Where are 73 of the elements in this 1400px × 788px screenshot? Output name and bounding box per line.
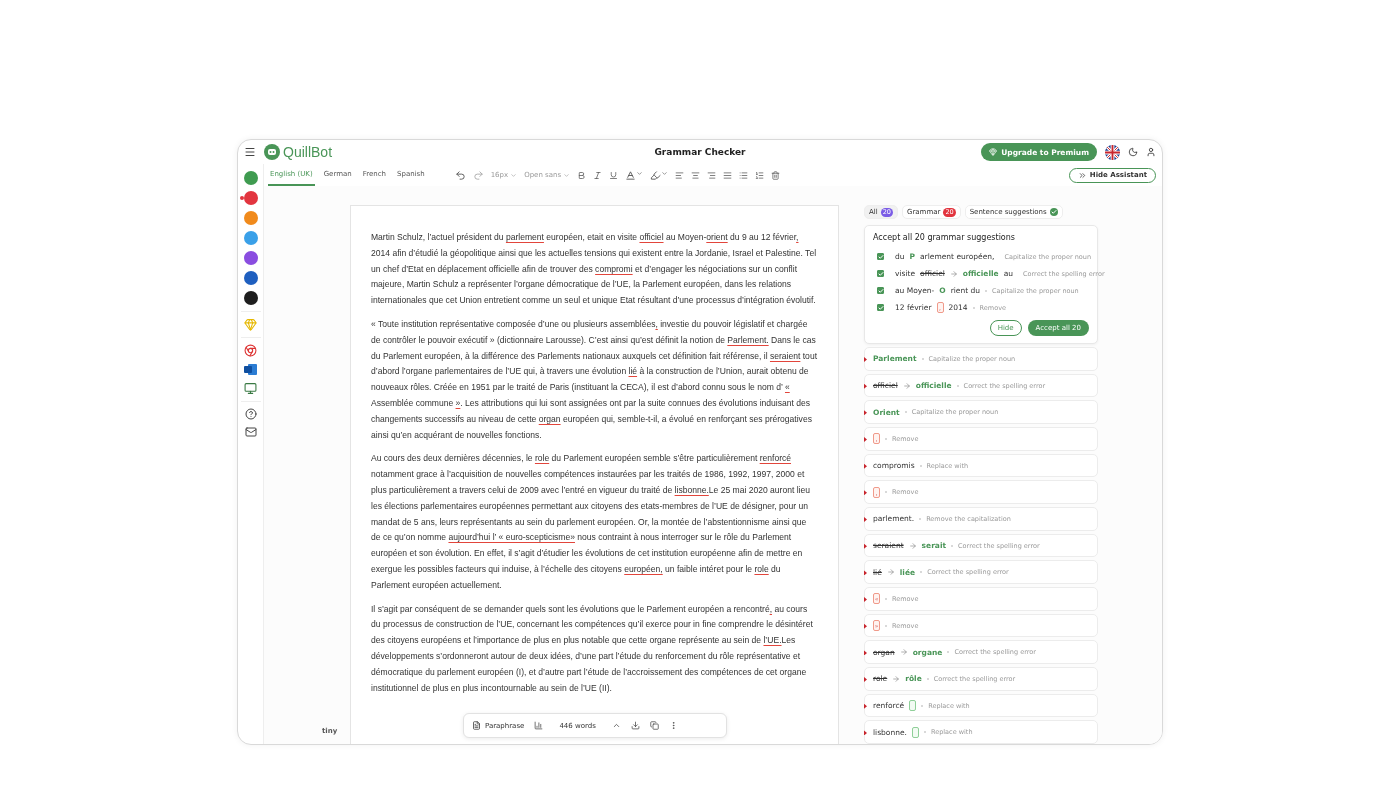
insertion-mark [911,726,919,738]
mail-icon[interactable] [244,426,257,438]
user-icon[interactable] [1146,147,1156,157]
chevron-down-icon [563,171,571,179]
tool-icon[interactable] [243,271,258,285]
check-icon [877,304,884,311]
flag-marker-icon [864,410,867,416]
undo-icon[interactable] [454,169,466,181]
numbered-list-icon[interactable] [755,170,765,180]
moon-icon[interactable] [1128,147,1138,157]
monitor-icon[interactable] [244,382,257,395]
page-title: Grammar Checker [654,147,746,157]
bullet-list-icon[interactable] [739,170,749,180]
arrow-right-icon [902,381,911,390]
arrow-right-icon [908,541,917,550]
bold-icon[interactable] [577,170,587,180]
double-chevron-icon [1077,170,1087,180]
checkbox[interactable] [877,287,884,294]
tool-icon[interactable] [243,291,258,305]
paragraph: « Toute institution représentative composée d’une ou plusieurs assemblées, investie du pouvoir législatif et chargée de contrôler le pouvoir exécutif » (dictionnaire Larousse). C’est ainsi qu’est définit la notion de Parlement. Dans le cas du Parlement européen, à la différence des Parlements nationaux auxquels cet définition fait référense, il seraient tout d’abord l’organe parlementaires de l’UE qui, à travers une évolution lié à la construction de l’Union, aurait obtenu de nouveaux rôles. Créée en 1951 par le traité de Paris (instituant la CECA), il est d’abord connu sous le nom d’ « Assemblée commune ». Les attributions qui lui sont assignées ont par la suite connues des évolutions induisant des changements successifs au niveau de cette organ européen qui, semble-t-il, a évolué en renforçant ses prérogatives ainsi qu’en acquérant de nouvelles fonctions. [371,318,818,442]
flag-marker-icon [864,597,867,603]
flag-marker-icon [864,490,867,496]
flag-marker-icon [864,437,867,442]
checkbox[interactable] [877,304,884,311]
paragraph: Il s’agit par conséquent de se demander quels sont les évolutions que le Parlement européen a rencontré, au cours du processus de construction de l’UE, concernant les compétences qu’il exerce pour in fine comprendre le désintéret des citoyens européens et l’importance de plus en plus notable que cette organe représente au sein de l’UE.Les développements s’ordonneront autour de deux idées, d’une part l’étude du renforcement du rôle représentative et démocratique du parlement européen (I), et d’autre part l’étude de l’accroissement des compétences de cet organe institutionnel de plus en plus incontournable au sein de l’UE (II). [371,602,814,695]
insertion-mark [909,700,917,712]
arrow-right-icon [899,648,908,657]
card-title: Accept all 20 grammar suggestions [873,233,1016,242]
menu-icon[interactable] [244,146,256,158]
text-color-icon[interactable] [625,169,644,181]
copy-icon[interactable] [649,721,659,730]
logo-text: QuillBot [283,144,333,160]
align-justify-icon[interactable] [723,170,733,180]
document-icon [472,721,481,730]
align-right-icon[interactable] [707,170,717,180]
check-circle-icon [1049,208,1058,216]
flag-marker-icon [864,650,867,656]
align-center-icon[interactable] [691,170,701,180]
flag-marker-icon [864,677,867,683]
check-icon [877,287,884,294]
flag-marker-icon [864,517,867,523]
underline-icon[interactable] [609,170,619,180]
flag-marker-icon [864,357,867,362]
chart-icon[interactable] [534,721,544,730]
diamond-icon [989,148,998,156]
flag-marker-icon [864,730,867,736]
help-icon[interactable] [244,408,257,420]
flag-icon[interactable] [1105,144,1120,160]
flag-marker-icon [864,463,867,469]
caret-up-icon[interactable] [611,721,621,730]
checkbox[interactable] [877,270,884,277]
italic-icon[interactable] [593,170,603,180]
arrow-right-icon [886,568,895,577]
download-icon[interactable] [630,721,640,730]
highlighter-icon[interactable] [650,169,669,181]
flag-marker-icon [864,623,867,629]
align-left-icon[interactable] [675,170,685,180]
trash-icon[interactable] [771,170,781,180]
flag-marker-icon [864,703,867,709]
check-icon [877,253,884,260]
paragraph: Au cours des deux dernières décennies, le role du Parlement européen semble s’être particulièrement renforcé notamment grace à l’acquisition de nouvelles compétences instaurées par les traités de 1986, 1992, 1997, 2000 et plus particulièrement a travers celui de 2009 avec l’entré en vigueur du traité de lisbonne.Le 25 mai 2020 auront lieu les élections parlementaires européennes permettant aux citoyens des etats-membres de l’UE de désigner, pour un mandat de 5 ans, leurs représentants au sein du parlement européen. Or, la montée de l’abstentionnisme ainsi que de ce qu’on nomme aujourd’hui l’ « euro-scepticisme» nous contraint à nous interroger sur le rôle du Parlement européen et son évolution. En effet, il s’agit d’étudier les évolutions de cet institution européenne afin de mettre en exergue les possibles facteurs qui induise, à l’échelle des citoyens européen, un faible intéret pour le role du Parlement européen actuellement. [371,452,812,592]
flag-marker-icon [864,543,867,549]
document-app-icon[interactable] [244,363,257,376]
browser-icon[interactable] [244,344,257,357]
paragraph: Martin Schulz, l’actuel président du parlement européen, etait en visite officiel au Moyen-orient du 9 au 12 février, 2014 afin d’étudié la géopolitique ainsi que les actuelles tensions qui existent entre la Jordanie, Israel et Palestine. Tel un chef d’Etat en déplacement officielle afin de trouver des compromi et d’engager les négociations sur un conflit majeure, Martin Schulz a représenter l’organe démocratique de l’UE, la Parlement européen, dans les relations internationales que cet Union entretient comme un seul et unique Etat résultant d’une processus d’intégration évolutif. [371,231,818,308]
robot-logo-icon [264,144,280,160]
flag-marker-icon [864,570,867,576]
arrow-right-icon [892,674,901,683]
check-icon [877,270,884,277]
chevron-down-icon [510,171,518,179]
flag-marker-icon [864,383,867,389]
arrow-right-icon [949,269,958,278]
checkbox[interactable] [877,253,884,260]
